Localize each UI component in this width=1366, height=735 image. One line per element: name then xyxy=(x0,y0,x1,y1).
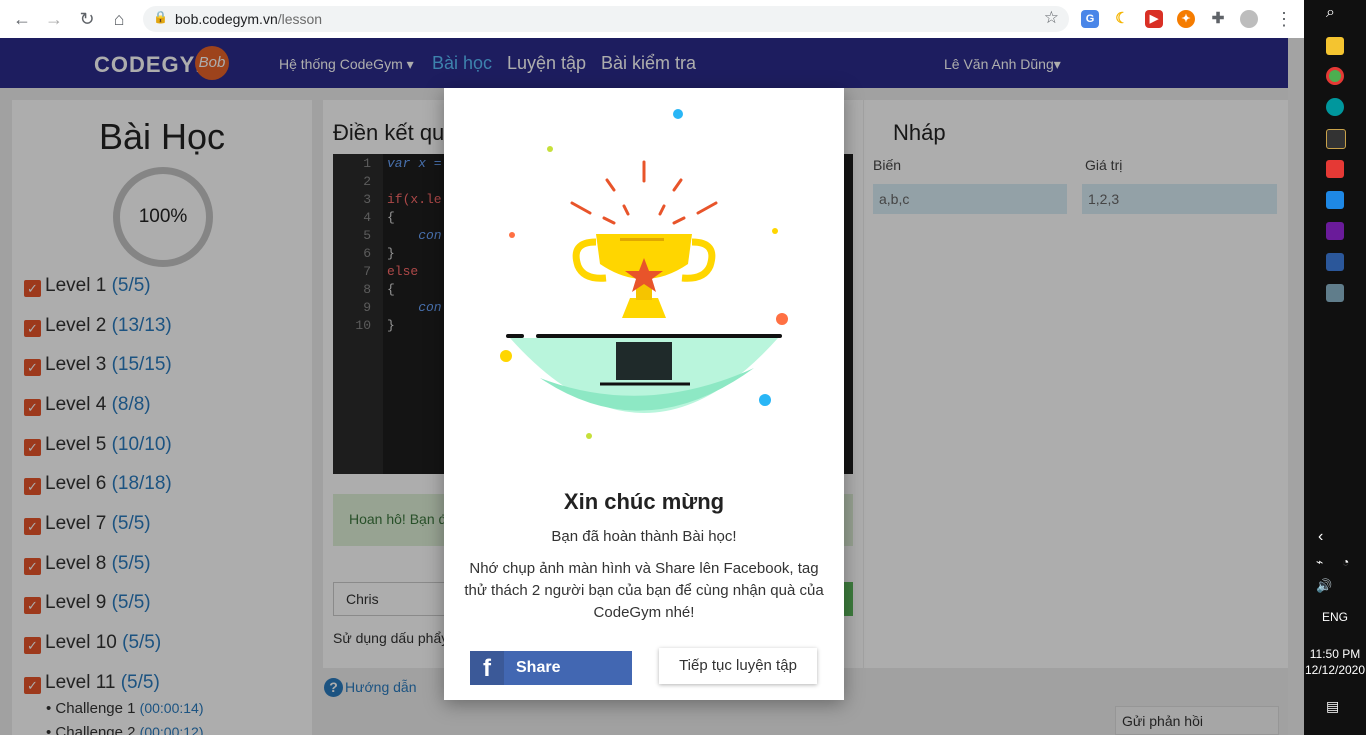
facebook-icon: f xyxy=(470,651,504,685)
volume-icon[interactable]: 🔊 xyxy=(1316,578,1332,594)
fire-extension-icon[interactable]: ✦ xyxy=(1177,10,1195,28)
video-extension-icon[interactable]: ▶ xyxy=(1145,10,1163,28)
webstorm-icon[interactable] xyxy=(1326,191,1344,209)
os-taskbar: ⌕ ‹ ⌁ ◔ 🔊 ENG 11:50 PM 12/12/2020 ▤ xyxy=(1304,0,1366,735)
search-icon[interactable]: ⌕ xyxy=(1326,4,1335,22)
network-icon[interactable]: ⌁ xyxy=(1316,555,1323,569)
facebook-share-button[interactable]: f Share xyxy=(470,651,632,685)
notification-icon[interactable]: ▤ xyxy=(1326,698,1339,715)
language-indicator[interactable]: ENG xyxy=(1304,610,1366,624)
url-text: bob.codegym.vn/lesson xyxy=(175,11,323,27)
continue-practice-button[interactable]: Tiếp tục luyện tập xyxy=(659,648,817,684)
git-icon[interactable] xyxy=(1326,222,1344,240)
menu-kebab-icon[interactable]: ⋮ xyxy=(1272,7,1296,31)
calculator-icon[interactable] xyxy=(1326,284,1344,302)
reload-icon[interactable]: ↻ xyxy=(75,7,99,31)
trophy-illustration xyxy=(500,109,788,439)
clock-date: 12/12/2020 xyxy=(1304,663,1366,677)
profile-avatar-icon[interactable] xyxy=(1240,10,1258,28)
modal-body: Nhớ chụp ảnh màn hình và Share lên Faceb… xyxy=(464,560,824,621)
puzzle-extensions-icon[interactable]: ✚ xyxy=(1209,10,1227,28)
wifi-icon[interactable]: ◔ xyxy=(1342,555,1349,569)
forward-icon[interactable]: → xyxy=(42,7,66,31)
sw-app-icon[interactable] xyxy=(1326,160,1344,178)
arduino-icon[interactable] xyxy=(1326,98,1344,116)
chevron-left-icon[interactable]: ‹ xyxy=(1318,528,1323,546)
moon-extension-icon[interactable]: ☾ xyxy=(1113,10,1131,28)
share-label: Share xyxy=(516,659,561,676)
back-icon[interactable]: ← xyxy=(10,7,34,31)
modal-title: Xin chúc mừng xyxy=(563,489,725,514)
translate-extension-icon[interactable]: G xyxy=(1081,10,1099,28)
word-icon[interactable] xyxy=(1326,253,1344,271)
browser-toolbar: ← → ↻ ⌂ 🔒 bob.codegym.vn/lesson ☆ G ☾ ▶ … xyxy=(0,0,1304,39)
modal-subtitle: Bạn đã hoàn thành Bài học! xyxy=(551,528,737,545)
chrome-icon[interactable] xyxy=(1326,67,1344,85)
congrats-modal: Xin chúc mừng Bạn đã hoàn thành Bài học!… xyxy=(444,88,844,700)
app-icon[interactable] xyxy=(1326,129,1346,149)
clock[interactable]: 11:50 PM 12/12/2020 xyxy=(1304,646,1366,678)
clock-time: 11:50 PM xyxy=(1309,647,1361,661)
home-icon[interactable]: ⌂ xyxy=(107,7,131,31)
address-bar[interactable]: 🔒 bob.codegym.vn/lesson ☆ xyxy=(143,6,1069,32)
bookmark-star-icon[interactable]: ☆ xyxy=(1044,8,1059,28)
lock-icon: 🔒 xyxy=(153,10,168,24)
file-explorer-icon[interactable] xyxy=(1326,37,1344,55)
